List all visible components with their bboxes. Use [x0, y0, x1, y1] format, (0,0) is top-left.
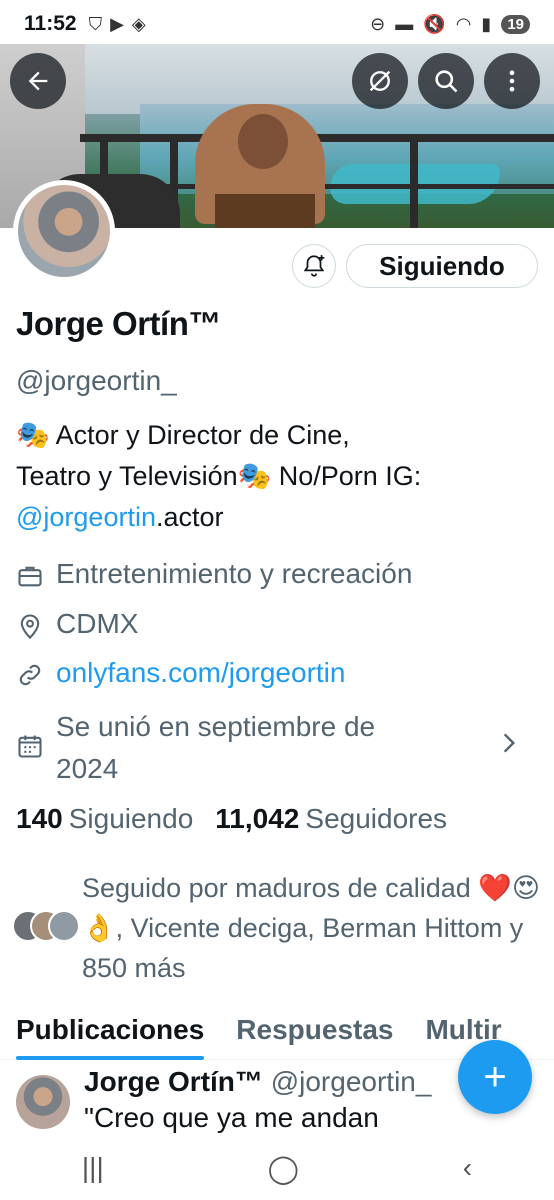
plus-icon: + — [483, 1054, 507, 1099]
profile-website: onlyfans.com/jorgeortin — [16, 657, 345, 691]
following-label: Siguiendo — [68, 803, 194, 834]
profile-bio: 🎭 Actor y Director de Cine, Teatro y Tel… — [16, 415, 536, 538]
tab-publicaciones[interactable]: Publicaciones — [0, 1008, 220, 1060]
recents-button[interactable]: ||| — [82, 1152, 104, 1184]
category-text: Entretenimiento y recreación — [56, 558, 413, 589]
compose-button[interactable]: + — [458, 1040, 532, 1114]
location-text: CDMX — [56, 608, 139, 639]
profile-category: Entretenimiento y recreación — [16, 558, 412, 592]
more-options-button[interactable] — [484, 53, 540, 109]
no-filter-icon — [369, 70, 391, 92]
arrow-left-icon — [28, 71, 48, 91]
joined-line-2: 2024 — [56, 753, 119, 784]
profile-handle: @jorgeortin_ — [16, 365, 177, 396]
bio-line-2: Teatro y Televisión🎭 No/Porn IG: — [16, 461, 422, 491]
wifi-icon: ◠ — [455, 13, 472, 34]
app-icon: ◈ — [131, 13, 146, 34]
back-nav-button[interactable]: ‹ — [463, 1152, 472, 1184]
followers-label: Seguidores — [305, 803, 448, 834]
more-vertical-icon — [509, 70, 515, 92]
shield-icon: ⛉ — [88, 13, 103, 34]
search-button[interactable] — [418, 53, 474, 109]
post-handle: @jorgeortin_ — [270, 1066, 432, 1097]
search-icon — [435, 70, 458, 93]
bell-plus-icon — [303, 255, 325, 277]
bio-line-1: 🎭 Actor y Director de Cine, — [16, 420, 350, 450]
back-button[interactable] — [10, 53, 66, 109]
followers-stat[interactable]: 11,042 Seguidores — [215, 803, 447, 835]
status-bar: 11:52 ⛉ ▶ ◈ ⊖ ▬ 🔇 ◠ ▮ 19 — [0, 0, 554, 48]
status-time: 11:52 — [24, 12, 77, 35]
profile-location: CDMX — [16, 608, 138, 642]
calendar-icon — [16, 730, 46, 760]
status-notification-icons: ⛉ ▶ ◈ — [89, 14, 146, 35]
mute-icon: 🔇 — [423, 13, 446, 34]
profile-joined[interactable]: Se unió en septiembre de 2024 — [16, 706, 375, 790]
notifications-button[interactable] — [292, 244, 336, 288]
post-avatar[interactable] — [16, 1075, 70, 1129]
profile-stats: 140 Siguiendo 11,042 Seguidores — [16, 803, 447, 835]
post-header: Jorge Ortín™ @jorgeortin_ — [84, 1066, 431, 1098]
home-button[interactable]: ◯ — [268, 1152, 299, 1185]
following-stat[interactable]: 140 Siguiendo — [16, 803, 193, 835]
bio-mention-link[interactable]: @jorgeortin — [16, 502, 156, 532]
status-system-icons: ⊖ ▬ 🔇 ◠ ▮ 19 — [370, 14, 530, 35]
briefcase-icon — [16, 562, 46, 592]
signal-icon: ▮ — [481, 13, 492, 34]
post-text[interactable]: "Creo que ya me andan — [84, 1102, 379, 1134]
do-not-disturb-icon: ⊖ — [370, 13, 386, 34]
link-icon — [16, 661, 46, 691]
website-link[interactable]: onlyfans.com/jorgeortin — [56, 657, 345, 689]
followed-by-text[interactable]: Seguido por maduros de calidad ❤️😍👌, Vic… — [82, 868, 542, 988]
following-count: 140 — [16, 803, 63, 834]
follower-avatars[interactable] — [12, 910, 80, 942]
followers-count: 11,042 — [215, 803, 300, 834]
youtube-icon: ▶ — [110, 13, 124, 34]
unfilter-button[interactable] — [352, 53, 408, 109]
following-button[interactable]: Siguiendo — [346, 244, 538, 288]
bio-link-suffix: .actor — [155, 502, 224, 532]
post-author: Jorge Ortín™ — [84, 1066, 263, 1097]
system-nav-bar: ||| ◯ ‹ — [0, 1136, 554, 1200]
battery-indicator: 19 — [501, 14, 530, 34]
joined-line-1: Se unió en septiembre de — [56, 711, 376, 742]
location-pin-icon — [16, 612, 46, 642]
sleep-icon: ▬ — [395, 13, 414, 34]
chevron-right-icon[interactable] — [496, 730, 522, 756]
tab-respuestas[interactable]: Respuestas — [220, 1008, 409, 1060]
joined-text: Se unió en septiembre de 2024 — [56, 706, 375, 790]
bio-line-3: @jorgeortin.actor — [16, 497, 536, 538]
profile-avatar[interactable] — [13, 180, 115, 282]
profile-name: Jorge Ortín™ — [16, 305, 221, 342]
